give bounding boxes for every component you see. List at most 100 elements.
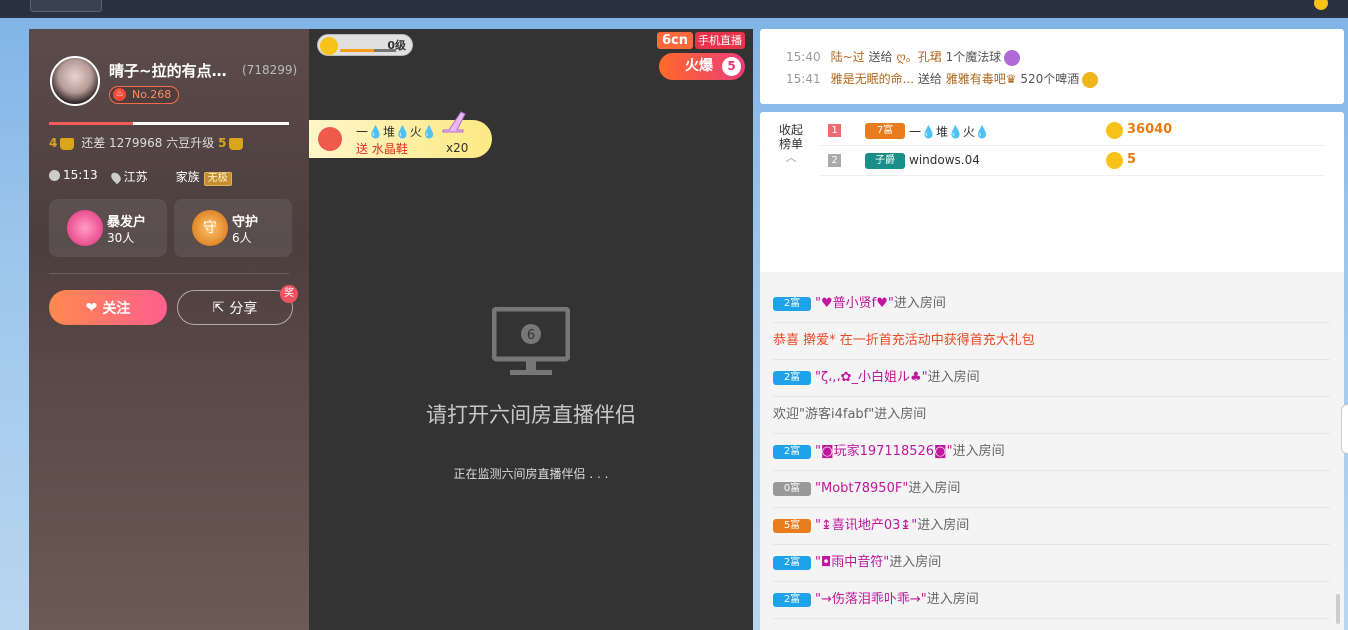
wealth-level-badge: 5富 — [773, 518, 811, 533]
follow-button[interactable]: ❤ 关注 — [49, 290, 167, 325]
guard-shield-icon: 守 — [192, 210, 228, 246]
chevron-up-icon: ︿ — [785, 151, 797, 164]
coin-icon[interactable] — [1314, 0, 1328, 10]
chat-row: 2富 "♥普小贤f♥"进入房间 — [773, 286, 1330, 323]
user-level-bar — [340, 49, 396, 52]
wealth-level-badge: 2富 — [773, 555, 811, 570]
gift-feed-item: 15:41 雅是无眠的命... 送给 雅雅有毒吧♛ 520个啤酒 — [786, 70, 1099, 88]
level-info: 4 还差 1279968 六豆升级 5 — [49, 134, 246, 151]
anchor-profile-panel: 晴子~拉的有点… (718299) ♨ No.268 4 还差 1279968 … — [29, 29, 309, 630]
enter-text: 进入房间 — [952, 444, 1005, 459]
svg-text:6: 6 — [527, 328, 535, 343]
anchor-meta: 15:13 江苏 家族 无极 — [49, 168, 232, 186]
location-pin-icon — [108, 170, 123, 185]
clock-icon — [49, 170, 60, 181]
level-remaining-text: 还差 1279968 六豆升级 — [81, 136, 215, 150]
gift-quantity: x20 — [446, 141, 469, 155]
mobile-live-tag: 手机直播 — [695, 32, 745, 49]
chat-username[interactable]: "◙玩家197118526◙" — [815, 444, 953, 459]
enter-text: 进入房间 — [889, 555, 942, 570]
brand-logo: 6cn — [657, 32, 693, 49]
system-message: 恭喜 擀爱* 在一折首充活动中获得首充大礼包 — [773, 323, 1330, 360]
live-time: 15:13 — [49, 168, 98, 186]
coin-icon — [1106, 152, 1123, 169]
smile-face-icon — [318, 127, 342, 151]
wealth-level-badge: 2富 — [773, 370, 811, 385]
collapse-side-arrow[interactable] — [1341, 404, 1348, 454]
wealth-level-badge: 2富 — [773, 296, 811, 311]
chat-username[interactable]: "◘雨中音符" — [815, 555, 889, 570]
hot-badge: 火爆 5 — [659, 53, 745, 80]
rank-panel: 收起 榜单 ︿ 1 7富 一💧堆💧火💧 36040 2 子爵 windows.04… — [760, 112, 1344, 272]
video-area[interactable]: 0级 一💧堆💧火💧 送 水晶鞋 x20 6cn 手机直播 火爆 5 6 请打开六… — [309, 29, 753, 630]
gift-feed-item: 15:40 陆~过 送给 ღ。孔珺 1个魔法球 — [786, 48, 1021, 66]
anchor-room-id: (718299) — [242, 63, 298, 77]
detecting-text: 正在监测六间房直播伴侣 . . . — [453, 467, 609, 481]
chat-row: 0富 "Mobt78950F"进入房间 — [773, 471, 1330, 508]
chat-row: 2富 "◙玩家197118526◙"进入房间 — [773, 434, 1330, 471]
magic-ball-icon — [1004, 49, 1021, 66]
crown-icon — [229, 137, 244, 150]
crystal-shoe-icon — [442, 111, 466, 133]
current-level: 4 — [49, 136, 58, 150]
enter-text: 进入房间 — [908, 481, 961, 496]
rich-title: 暴发户 — [107, 215, 147, 230]
rank-badge[interactable]: ♨ No.268 — [109, 86, 179, 104]
user-level-chip[interactable]: 0级 — [317, 34, 413, 56]
rank-row[interactable]: 2 子爵 windows.04 5 — [820, 146, 1325, 176]
heart-icon: ❤ — [85, 299, 98, 316]
hot-indicator[interactable]: 6cn 手机直播 火爆 5 — [657, 32, 745, 87]
anchor-location: 江苏 — [108, 168, 148, 186]
open-companion-prompt: 请打开六间房直播伴侣 — [426, 403, 636, 427]
chat-username[interactable]: "↨喜讯地产03↨" — [815, 518, 917, 533]
enter-text: 进入房间 — [893, 296, 946, 311]
chat-row: 2富 "◘雨中音符"进入房间 — [773, 545, 1330, 582]
chat-panel[interactable]: 2富 "♥普小贤f♥"进入房间 恭喜 擀爱* 在一折首充活动中获得首充大礼包 2富 "ζ… — [760, 272, 1344, 630]
rich-badge-icon — [67, 210, 103, 246]
top-bar — [0, 0, 1348, 18]
crown-icon — [60, 137, 75, 150]
share-icon: ⇱ — [212, 299, 225, 316]
chat-username[interactable]: "Mobt78950F" — [815, 481, 908, 496]
coin-icon — [1106, 122, 1123, 139]
level-progress-fill — [49, 122, 133, 125]
anchor-name: 晴子~拉的有点… — [109, 62, 227, 80]
chat-row: 欢迎"游客i4fabf"进入房间 — [773, 397, 1330, 434]
next-level: 5 — [218, 136, 227, 150]
avatar[interactable] — [50, 56, 100, 106]
guard-title: 守护 — [232, 215, 259, 230]
rich-fans-card[interactable]: 暴发户 30人 — [49, 199, 167, 257]
back-button[interactable] — [30, 0, 102, 12]
gift-notification: 一💧堆💧火💧 送 水晶鞋 x20 — [309, 111, 492, 158]
gift-feed-panel: 15:40 陆~过 送给 ღ。孔珺 1个魔法球 15:41 雅是无眠的命... 送给… — [760, 29, 1344, 104]
guard-card[interactable]: 守 守护 6人 — [174, 199, 292, 257]
scrollbar[interactable] — [1336, 594, 1340, 624]
collapse-rank-toggle[interactable]: 收起 榜单 ︿ — [776, 123, 806, 165]
hot-number: 5 — [722, 57, 741, 76]
gift-item: 送 水晶鞋 — [356, 142, 408, 156]
chat-username[interactable]: "ζ،,،✿_小白姐ル♣" — [815, 370, 928, 385]
share-button[interactable]: ⇱ 分享 奖 — [177, 285, 298, 325]
chat-row: 2富 "→伤落泪乖卟乖→"进入房间 — [773, 582, 1330, 619]
chat-username[interactable]: "→伤落泪乖卟乖→" — [815, 592, 927, 607]
beer-icon — [1082, 71, 1099, 88]
family-info[interactable]: 家族 无极 — [176, 168, 232, 186]
enter-text: 进入房间 — [927, 370, 980, 385]
rich-count: 30人 — [107, 231, 135, 245]
flame-icon: ♨ — [113, 88, 126, 101]
rank-number: No.268 — [132, 88, 172, 101]
chat-username[interactable]: "♥普小贤f♥" — [815, 296, 894, 311]
chat-row: 5富 "↨喜讯地产03↨"进入房间 — [773, 508, 1330, 545]
guard-count: 6人 — [232, 231, 252, 245]
level-progress-track — [49, 122, 289, 125]
wealth-level-badge: 2富 — [773, 444, 811, 459]
divider — [49, 273, 289, 274]
rank-row[interactable]: 1 7富 一💧堆💧火💧 36040 — [820, 116, 1325, 146]
enter-text: 进入房间 — [917, 518, 970, 533]
level-icon — [320, 37, 338, 55]
monitor-icon: 6 — [492, 307, 570, 375]
family-tag: 无极 — [203, 172, 232, 186]
chat-row: 2富 "ζ،,،✿_小白姐ル♣"进入房间 — [773, 360, 1330, 397]
reward-badge: 奖 — [280, 285, 298, 303]
enter-text: 进入房间 — [926, 592, 979, 607]
